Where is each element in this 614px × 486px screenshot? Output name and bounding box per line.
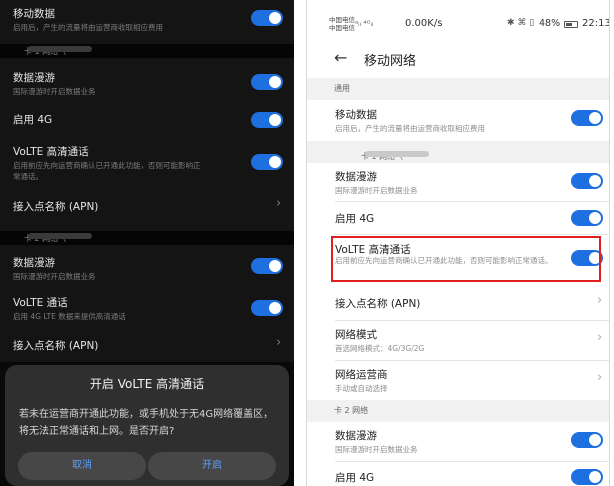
setting-data-roaming[interactable]: 数据漫游 国际漫游时开启数据业务 bbox=[0, 60, 294, 100]
setting-mobile-data[interactable]: 移动数据 启用后，产生的流量将由运营商收取相应费用 bbox=[0, 0, 294, 40]
setting-title: VoLTE 通话 bbox=[13, 297, 68, 309]
setting-subtitle: 启用后，产生的流量将由运营商收取相应费用 bbox=[335, 124, 485, 133]
dialog-title: 开启 VoLTE 高清通话 bbox=[89, 377, 205, 391]
setting-title: 网络模式 bbox=[335, 329, 377, 341]
status-bar: 中国电信 中国电信 ᵃᵢₗ ⁴ᴳᵢₗ 0.00K/s ✱ ⌘ ▯ 48% 22:… bbox=[307, 16, 610, 35]
section-label: 通用 bbox=[334, 84, 350, 93]
blurred-number bbox=[28, 233, 92, 239]
chevron-right-icon: › bbox=[597, 330, 603, 345]
setting-title: 数据漫游 bbox=[335, 171, 377, 183]
setting-subtitle: 国际漫游时开启数据业务 bbox=[335, 445, 418, 454]
setting-title: 接入点名称 (APN) bbox=[335, 298, 421, 310]
setting-data-roaming-sim2[interactable]: 数据漫游 国际漫游时开启数据业务 bbox=[307, 422, 609, 460]
blurred-number bbox=[28, 46, 92, 52]
data-roaming-toggle[interactable] bbox=[251, 74, 283, 90]
setting-title: 数据漫游 bbox=[335, 430, 377, 442]
highlight-box bbox=[331, 236, 601, 282]
sim1-section-header: 卡 1 网络（ bbox=[0, 44, 294, 58]
setting-subtitle: 国际漫游时开启数据业务 bbox=[13, 272, 96, 281]
setting-apn[interactable]: 接入点名称 (APN) › bbox=[307, 288, 609, 318]
battery-percent: 48% bbox=[539, 18, 561, 29]
section-label: 卡 2 网络 bbox=[334, 406, 369, 415]
light-phone-screen: 中国电信 中国电信 ᵃᵢₗ ⁴ᴳᵢₗ 0.00K/s ✱ ⌘ ▯ 48% 22:… bbox=[306, 0, 610, 486]
setting-volte-hd-call[interactable]: VoLTE 高清通话 启用前应先向运营商确认已开通此功能，否则可能影响正 常通话… bbox=[0, 140, 294, 186]
volte-toggle[interactable] bbox=[251, 154, 283, 170]
setting-mobile-data[interactable]: 移动数据 启用后，产生的流量将由运营商收取相应费用 bbox=[307, 100, 609, 140]
data-roaming-toggle[interactable] bbox=[571, 173, 603, 189]
setting-enable-4g[interactable]: 启用 4G bbox=[0, 104, 294, 134]
volte-confirm-dialog: 开启 VoLTE 高清通话 若未在运营商开通此功能，或手机处于无4G网络覆盖区，… bbox=[5, 365, 289, 486]
enable-4g-sim2-toggle[interactable] bbox=[571, 469, 603, 485]
sim2-section-header: 卡 2 网络 bbox=[307, 400, 609, 422]
setting-enable-4g[interactable]: 启用 4G bbox=[307, 202, 609, 234]
setting-title: 移动数据 bbox=[335, 109, 377, 121]
setting-subtitle: 启用前应先向运营商确认已开通此功能，否则可能影响正 bbox=[13, 161, 201, 170]
general-section-header: 通用 bbox=[307, 78, 609, 100]
status-icons: ✱ ⌘ ▯ bbox=[507, 18, 535, 28]
setting-title: 启用 4G bbox=[335, 472, 375, 484]
page-title: 移动网络 bbox=[364, 54, 417, 69]
setting-apn[interactable]: 接入点名称 (APN) › bbox=[0, 192, 294, 218]
clock: 22:13 bbox=[582, 18, 610, 29]
setting-subtitle: 常通话。 bbox=[13, 172, 43, 181]
chevron-right-icon: › bbox=[276, 196, 282, 211]
setting-apn-sim2[interactable]: 接入点名称 (APN) › bbox=[0, 333, 294, 359]
setting-subtitle: 国际漫游时开启数据业务 bbox=[335, 186, 418, 195]
mobile-data-toggle[interactable] bbox=[571, 110, 603, 126]
setting-title: 网络运营商 bbox=[335, 369, 388, 381]
signal-icon: ᵃᵢₗ ⁴ᴳᵢₗ bbox=[355, 19, 374, 28]
enable-4g-toggle[interactable] bbox=[571, 210, 603, 226]
carrier-label: 中国电信 中国电信 bbox=[329, 16, 355, 32]
setting-data-roaming-sim2[interactable]: 数据漫游 国际漫游时开启数据业务 bbox=[0, 248, 294, 286]
setting-title: 数据漫游 bbox=[13, 257, 55, 269]
back-arrow-icon[interactable]: ← bbox=[334, 48, 347, 67]
mobile-data-toggle[interactable] bbox=[251, 10, 283, 26]
battery-icon bbox=[564, 21, 578, 28]
setting-title: 接入点名称 (APN) bbox=[13, 201, 99, 213]
setting-subtitle: 启用 4G LTE 数据来提供高清通话 bbox=[13, 312, 126, 321]
cancel-button[interactable]: 取消 bbox=[18, 452, 146, 480]
data-roaming-sim2-toggle[interactable] bbox=[251, 258, 283, 274]
data-roaming-sim2-toggle[interactable] bbox=[571, 432, 603, 448]
setting-data-roaming[interactable]: 数据漫游 国际漫游时开启数据业务 bbox=[307, 163, 609, 201]
setting-subtitle: 手动或自动选择 bbox=[335, 384, 388, 393]
chevron-right-icon: › bbox=[597, 370, 603, 385]
setting-title: 数据漫游 bbox=[13, 72, 55, 84]
setting-network-mode[interactable]: 网络模式 首选网络模式：4G/3G/2G › bbox=[307, 321, 609, 359]
divider bbox=[335, 234, 609, 235]
setting-network-operator[interactable]: 网络运营商 手动或自动选择 › bbox=[307, 361, 609, 399]
setting-title: VoLTE 高清通话 bbox=[13, 146, 89, 158]
volte-sim2-toggle[interactable] bbox=[251, 300, 283, 316]
blurred-number bbox=[365, 151, 429, 157]
setting-subtitle: 启用后，产生的流量将由运营商收取相应费用 bbox=[13, 23, 163, 32]
confirm-button[interactable]: 开启 bbox=[148, 452, 276, 480]
dialog-message: 若未在运营商开通此功能，或手机处于无4G网络覆盖区，将无法正常通话和上网。是否开… bbox=[19, 409, 274, 437]
enable-4g-toggle[interactable] bbox=[251, 112, 283, 128]
setting-title: 启用 4G bbox=[335, 213, 375, 225]
chevron-right-icon: › bbox=[276, 335, 282, 350]
chevron-right-icon: › bbox=[597, 293, 603, 308]
setting-title: 接入点名称 (APN) bbox=[13, 340, 99, 352]
carrier-line: 中国电信 bbox=[329, 23, 355, 32]
setting-subtitle: 国际漫游时开启数据业务 bbox=[13, 87, 96, 96]
dark-phone-screen: 移动数据 启用后，产生的流量将由运营商收取相应费用 卡 1 网络（ 数据漫游 国… bbox=[0, 0, 294, 486]
setting-title: 移动数据 bbox=[13, 8, 55, 20]
setting-subtitle: 首选网络模式：4G/3G/2G bbox=[335, 344, 425, 353]
sim2-section-header: 卡 2 网络（ bbox=[0, 231, 294, 245]
network-speed: 0.00K/s bbox=[405, 18, 443, 29]
setting-title: 启用 4G bbox=[13, 114, 53, 126]
sim1-section-header: 卡 1 网络（ bbox=[307, 141, 609, 163]
setting-volte-sim2[interactable]: VoLTE 通话 启用 4G LTE 数据来提供高清通话 bbox=[0, 290, 294, 328]
setting-enable-4g-sim2[interactable]: 启用 4G bbox=[307, 462, 609, 486]
